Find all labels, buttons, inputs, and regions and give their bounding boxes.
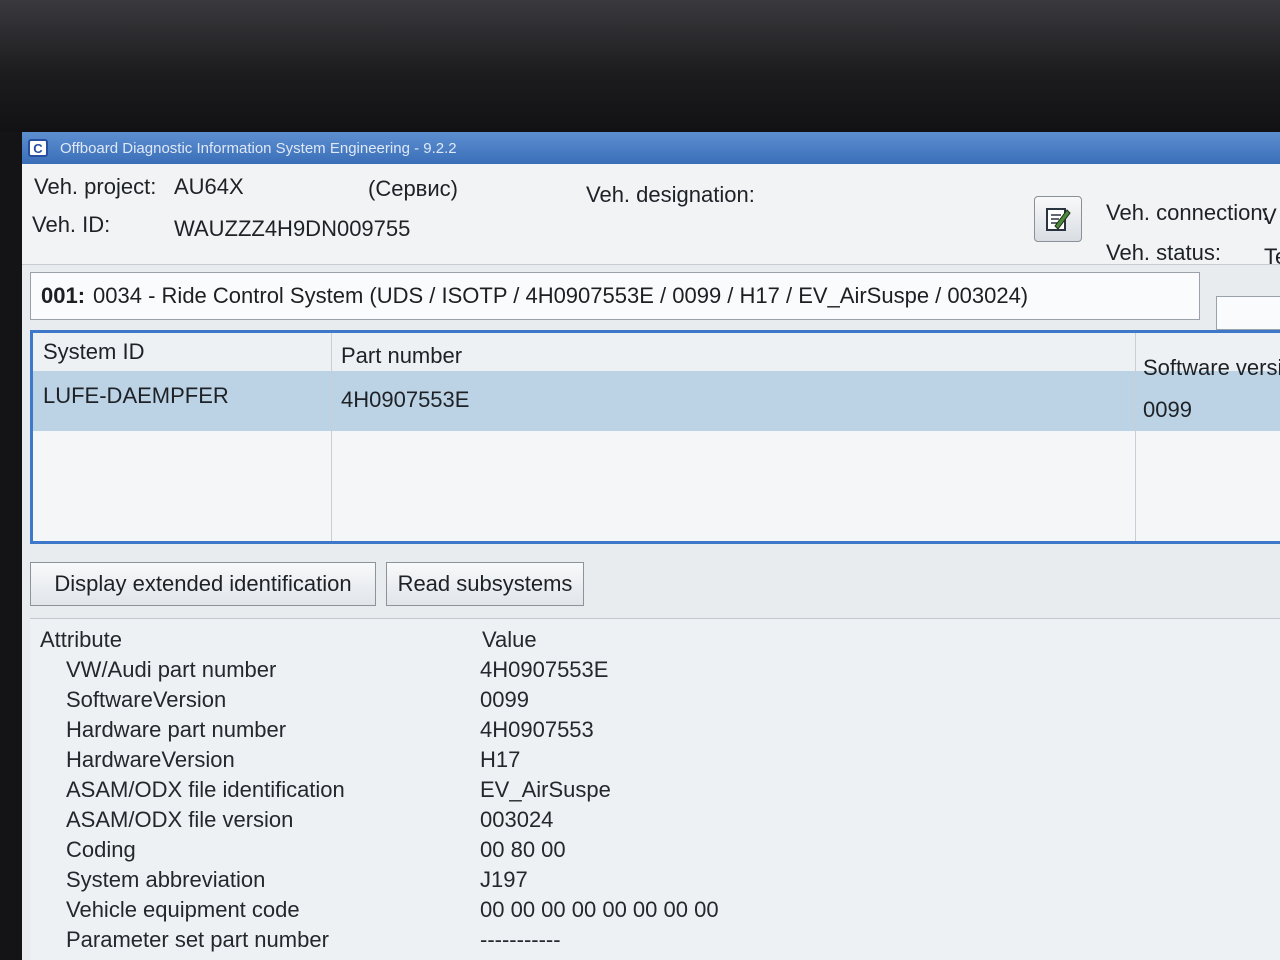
odis-window: C Offboard Diagnostic Information System…: [22, 132, 1280, 960]
veh-id-value: WAUZZZ4H9DN009755: [174, 216, 411, 241]
attribute-row[interactable]: Parameter set part number -----------: [30, 927, 1280, 957]
veh-status-value: Te: [1264, 244, 1280, 269]
attribute-value: EV_AirSuspe: [480, 777, 611, 802]
cell-software-version[interactable]: 0099: [1143, 397, 1192, 423]
attribute-row[interactable]: HardwareVersion H17: [30, 747, 1280, 777]
attribute-value: J197: [480, 867, 528, 892]
system-number: 001:: [41, 283, 86, 308]
veh-project-label: Veh. project:: [34, 174, 157, 199]
attribute-value: 0099: [480, 687, 529, 712]
monitor-bezel-left: [0, 132, 22, 960]
attribute-key: Vehicle equipment code: [66, 897, 300, 922]
attribute-row[interactable]: Hardware part number 4H0907553: [30, 717, 1280, 747]
cell-part-number[interactable]: 4H0907553E: [341, 387, 469, 413]
edit-notepad-icon: [1046, 208, 1071, 231]
system-title: 0034 - Ride Control System (UDS / ISOTP …: [93, 283, 1029, 308]
system-title-bar: 001: 0034 - Ride Control System (UDS / I…: [30, 272, 1200, 320]
attribute-row[interactable]: SoftwareVersion 0099: [30, 687, 1280, 717]
attribute-value: 00 00 00 00 00 00 00 00: [480, 897, 719, 922]
cell-system-id[interactable]: LUFE-DAEMPFER: [43, 383, 229, 409]
attribute-column-header[interactable]: Attribute: [40, 627, 122, 653]
value-column-header[interactable]: Value: [482, 627, 537, 653]
attribute-value: 4H0907553E: [480, 657, 609, 682]
edit-button[interactable]: [1034, 196, 1082, 242]
column-divider[interactable]: [1135, 333, 1136, 541]
attribute-key: Coding: [66, 837, 136, 862]
veh-connection-label: Veh. connection:: [1106, 200, 1269, 225]
attribute-value: H17: [480, 747, 521, 772]
veh-id-label: Veh. ID:: [32, 212, 111, 237]
read-subsystems-button[interactable]: Read subsystems: [386, 562, 584, 606]
window-title: Offboard Diagnostic Information System E…: [60, 139, 457, 157]
attribute-key: Hardware part number: [66, 717, 287, 742]
attribute-key: ASAM/ODX file version: [66, 807, 294, 832]
attribute-key: System abbreviation: [66, 867, 266, 892]
display-extended-identification-button[interactable]: Display extended identification: [30, 562, 376, 606]
column-divider[interactable]: [331, 333, 332, 541]
attribute-value: -----------: [480, 927, 561, 952]
attribute-row[interactable]: VW/Audi part number 4H0907553E: [30, 657, 1280, 687]
monitor-bezel-top: [0, 0, 1280, 132]
side-field[interactable]: [1216, 296, 1280, 330]
veh-status-label: Veh. status:: [1106, 240, 1221, 265]
attribute-row[interactable]: Coding 00 80 00: [30, 837, 1280, 867]
attribute-value: 00 80 00: [480, 837, 566, 862]
odis-app-icon: C: [28, 139, 48, 157]
attribute-key: Parameter set part number: [66, 927, 329, 952]
vehicle-header: Veh. project: AU64X (Сервис) Veh. design…: [22, 164, 1280, 269]
title-bar[interactable]: C Offboard Diagnostic Information System…: [22, 132, 1280, 164]
attribute-row[interactable]: ASAM/ODX file identification EV_AirSuspe: [30, 777, 1280, 807]
column-header-software-version[interactable]: Software versio: [1143, 355, 1280, 381]
attribute-key: ASAM/ODX file identification: [66, 777, 345, 802]
attribute-row[interactable]: Vehicle equipment code 00 00 00 00 00 00…: [30, 897, 1280, 927]
attribute-key: HardwareVersion: [66, 747, 235, 772]
attribute-row[interactable]: ASAM/ODX file version 003024: [30, 807, 1280, 837]
attribute-key: SoftwareVersion: [66, 687, 227, 712]
attribute-row[interactable]: System abbreviation J197: [30, 867, 1280, 897]
attribute-list: Attribute Value VW/Audi part number 4H09…: [30, 618, 1280, 960]
column-header-system-id[interactable]: System ID: [43, 339, 144, 365]
table-header: [33, 333, 1280, 372]
mode-label: (Сервис): [368, 176, 458, 201]
attribute-value: 003024: [480, 807, 554, 832]
attribute-key: VW/Audi part number: [66, 657, 277, 682]
veh-project-value: AU64X: [174, 174, 244, 199]
veh-designation-label: Veh. designation:: [586, 182, 755, 207]
column-header-part-number[interactable]: Part number: [341, 343, 462, 369]
veh-connection-value: V: [1262, 204, 1277, 229]
attribute-value: 4H0907553: [480, 717, 594, 742]
system-table: System ID Part number Software versio LU…: [30, 330, 1280, 544]
